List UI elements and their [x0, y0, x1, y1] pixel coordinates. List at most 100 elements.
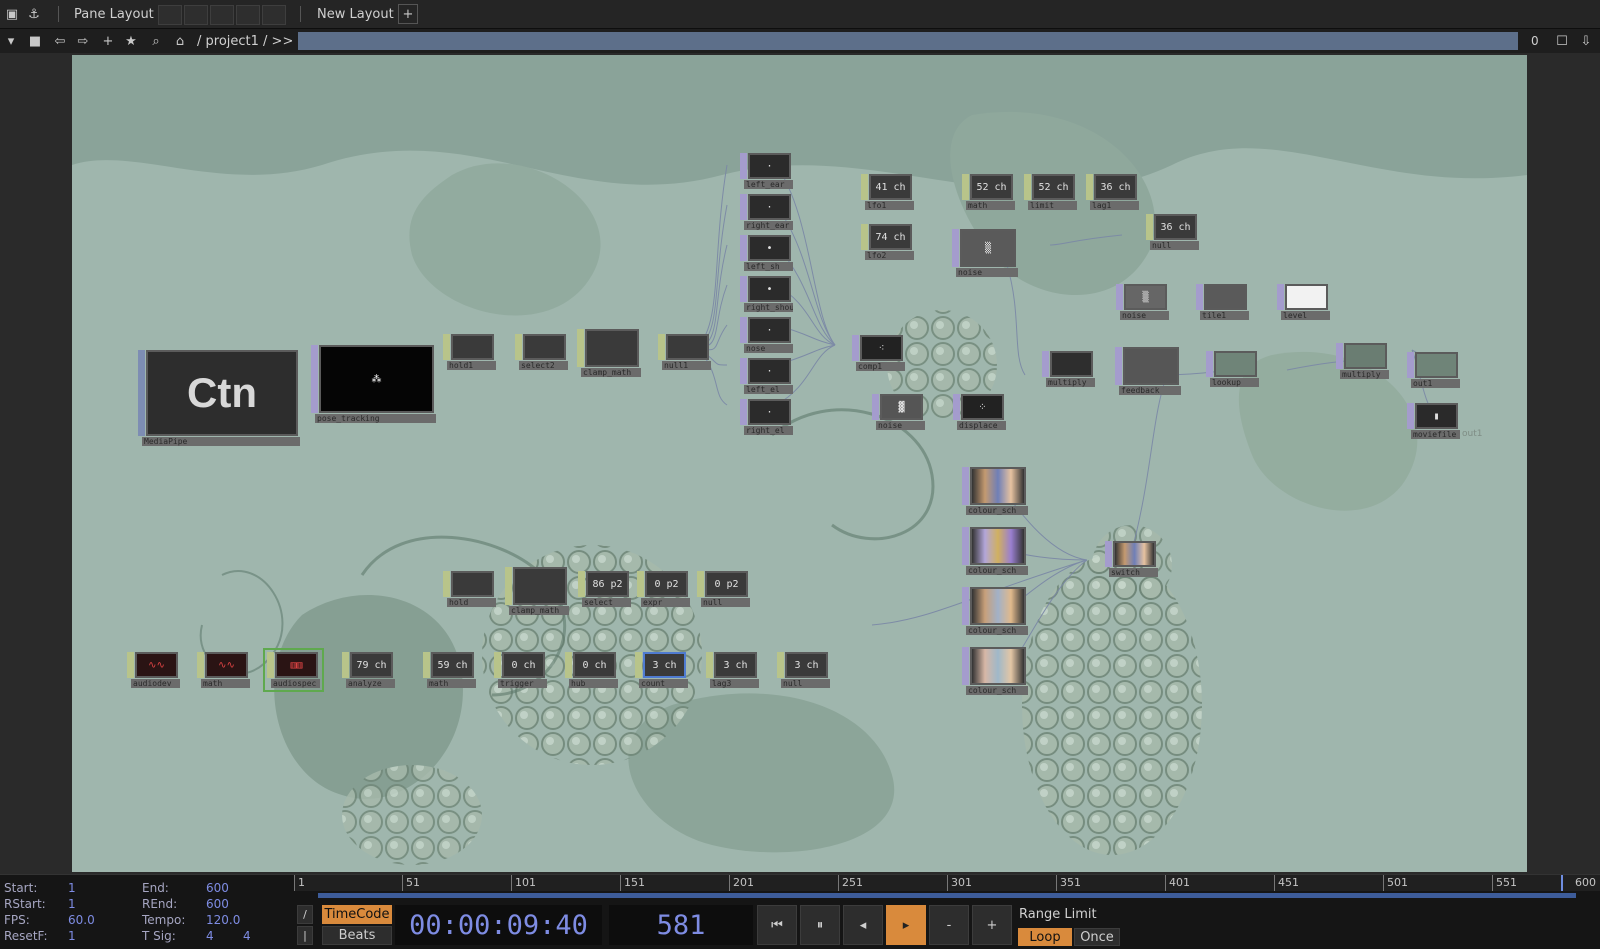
mediapipe-node[interactable]: Ctn MediaPipe [138, 350, 300, 446]
multiply-node[interactable]: multiply [1042, 351, 1095, 387]
play-button[interactable]: ▸ [886, 905, 926, 945]
loop-toggle[interactable]: Loop [1018, 928, 1072, 946]
star-icon[interactable]: ★ [121, 31, 141, 51]
lookup-node[interactable]: lookup [1206, 351, 1259, 387]
math-node[interactable]: 52 ch math [962, 174, 1015, 210]
audiodev-node[interactable]: ∿∿ audiodev [127, 652, 180, 688]
colour-scheme-node-3[interactable]: colour_sch [962, 587, 1028, 635]
right-el-node[interactable]: · right_el [740, 399, 793, 435]
rstart-value[interactable]: 1 [68, 897, 76, 911]
image-icon[interactable]: ▣ [2, 4, 22, 24]
hold-node[interactable]: hold [443, 571, 496, 607]
bar-toggle[interactable]: | [297, 926, 313, 945]
count-node[interactable]: 3 ch count [635, 652, 688, 688]
comp1-node[interactable]: ⁖ comp1 [852, 335, 905, 371]
left-sh-node[interactable]: • left_sh [740, 235, 793, 271]
lfo1-node[interactable]: 41 ch lfo1 [861, 174, 914, 210]
analyze-node[interactable]: 79 ch analyze [342, 652, 395, 688]
trigger-node[interactable]: 0 ch trigger [494, 652, 547, 688]
maximize-icon[interactable]: ☐ [1552, 31, 1572, 51]
beats-toggle[interactable]: Beats [322, 926, 392, 945]
anchor-icon[interactable]: ⚓ [24, 4, 44, 24]
switch-node[interactable]: switch [1105, 541, 1158, 577]
hub-node[interactable]: 0 ch hub [565, 652, 618, 688]
forward-arrow-icon[interactable]: ⇨ [73, 31, 93, 51]
level-node[interactable]: level [1277, 284, 1330, 320]
rend-value[interactable]: 600 [206, 897, 229, 911]
path-field[interactable] [298, 32, 1518, 50]
feedback-node[interactable]: feedback [1115, 347, 1181, 395]
lag1-node[interactable]: 36 ch lag1 [1086, 174, 1139, 210]
slash-toggle[interactable]: / [297, 905, 313, 924]
colour-scheme-node-2[interactable]: colour_sch [962, 527, 1028, 575]
tile1-node[interactable]: tile1 [1196, 284, 1249, 320]
once-toggle[interactable]: Once [1074, 928, 1120, 946]
math-node-2[interactable]: ∿∿ math [197, 652, 250, 688]
nose-node[interactable]: · nose [740, 317, 793, 353]
layout-slot-5[interactable] [262, 5, 286, 25]
lfo2-node[interactable]: 74 ch lfo2 [861, 224, 914, 260]
minus-button[interactable]: - [929, 905, 969, 945]
left-el-node[interactable]: · left_el [740, 358, 793, 394]
colour-scheme-node-4[interactable]: colour_sch [962, 647, 1028, 695]
null-node-2[interactable]: 0 p2 null [697, 571, 750, 607]
null-node-3[interactable]: 3 ch null [777, 652, 830, 688]
expr-node[interactable]: 0 p2 expr [637, 571, 690, 607]
layout-slot-3[interactable] [210, 5, 234, 25]
noise-node-3[interactable]: ▒ noise [1116, 284, 1169, 320]
network-editor[interactable]: Ctn MediaPipe ⁂ pose_tracking hold1 sele… [0, 53, 1600, 874]
clamp-math-node-2[interactable]: clamp_math [505, 567, 569, 615]
resetf-value[interactable]: 1 [68, 929, 76, 943]
add-icon[interactable]: + [98, 31, 118, 51]
hold1-node[interactable]: hold1 [443, 334, 496, 370]
breadcrumb[interactable]: / project1 / >> [197, 34, 293, 49]
layout-slot-4[interactable] [236, 5, 260, 25]
moviefile-node[interactable]: ▮ moviefile [1407, 403, 1460, 439]
timecode-display[interactable]: 00:00:09:40 [395, 905, 602, 945]
back-arrow-icon[interactable]: ⇦ [50, 31, 70, 51]
tsig-value-1[interactable]: 4 [206, 929, 214, 943]
multiply-node-2[interactable]: multiply [1336, 343, 1389, 379]
limit-node[interactable]: 52 ch limit [1024, 174, 1077, 210]
download-icon[interactable]: ⇩ [1576, 31, 1596, 51]
layout-slot-1[interactable] [158, 5, 182, 25]
plus-button[interactable]: + [972, 905, 1012, 945]
lag3-node[interactable]: 3 ch lag3 [706, 652, 759, 688]
displace-node[interactable]: ⁘ displace [953, 394, 1006, 430]
timecode-toggle[interactable]: TimeCode [322, 905, 392, 924]
search-network-icon[interactable]: ⌕ [146, 31, 166, 51]
select-node[interactable]: 86 p2 select [578, 571, 631, 607]
noise-node-1[interactable]: ▓ noise [872, 394, 925, 430]
right-ear-node[interactable]: · right_ear [740, 194, 793, 230]
start-value[interactable]: 1 [68, 881, 76, 895]
audiospec-node[interactable]: ▥▥ audiospec [263, 648, 324, 692]
end-value[interactable]: 600 [206, 881, 229, 895]
rewind-button[interactable]: ⏮ [757, 905, 797, 945]
pause-button[interactable]: ⏸ [800, 905, 840, 945]
pose-tracking-node[interactable]: ⁂ pose_tracking [311, 345, 436, 423]
layout-slot-2[interactable] [184, 5, 208, 25]
noise-node-2[interactable]: ▒ noise [952, 229, 1018, 277]
out1-node[interactable]: out1 [1407, 352, 1460, 388]
playhead[interactable] [1561, 875, 1566, 891]
right-shoulder-node[interactable]: • right_shoulder [740, 276, 793, 312]
clamp-math-node[interactable]: clamp_math [577, 329, 641, 377]
add-layout-button[interactable]: + [398, 4, 418, 24]
tsig-value-2[interactable]: 4 [243, 929, 251, 943]
null1-node[interactable]: null1 [658, 334, 711, 370]
fps-value[interactable]: 60.0 [68, 913, 95, 927]
null-ch-node[interactable]: 36 ch null [1146, 214, 1199, 250]
range-bar[interactable] [318, 893, 1576, 898]
step-back-button[interactable]: ◂ [843, 905, 883, 945]
select2-node[interactable]: select2 [515, 334, 568, 370]
left-ear-node[interactable]: · left_ear [740, 153, 793, 189]
home-icon[interactable]: ⌂ [170, 31, 190, 51]
math-node-3[interactable]: 59 ch math [423, 652, 476, 688]
timeline-ruler[interactable]: 1 51 101 151 201 251 301 351 401 451 501… [294, 875, 1600, 891]
new-layout-button[interactable]: New Layout [317, 7, 394, 22]
frame-display[interactable]: 581 [609, 905, 753, 945]
tempo-value[interactable]: 120.0 [206, 913, 240, 927]
colour-scheme-node-1[interactable]: colour_sch [962, 467, 1028, 515]
stop-icon[interactable]: ■ [25, 31, 45, 51]
chevron-down-icon[interactable]: ▾ [1, 31, 21, 51]
